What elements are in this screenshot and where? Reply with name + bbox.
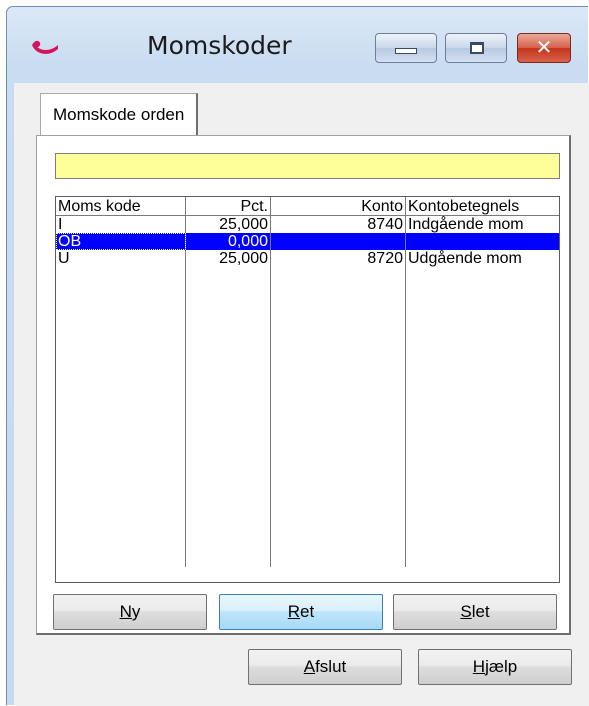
window-title: Momskoder <box>147 31 292 60</box>
cell-kontobetegnelse <box>405 233 559 250</box>
empty-cell <box>56 267 186 567</box>
table-row-selected[interactable]: OB 0,000 <box>56 233 559 250</box>
vat-codes-table: Moms kode Pct. Konto Kontobetegnels I 25… <box>56 197 559 567</box>
column-header-moms-kode[interactable]: Moms kode <box>56 197 186 216</box>
cell-moms-kode: I <box>56 215 186 233</box>
cell-moms-kode: U <box>56 250 186 267</box>
tab-momskode-orden[interactable]: Momskode orden <box>40 93 199 136</box>
ret-button-label: et <box>300 602 315 621</box>
dialog-window: Momskoder ✕ Momskode orden Moms kode Pct… <box>6 6 589 706</box>
grid-empty-area <box>56 267 559 567</box>
slet-button[interactable]: Slet <box>393 594 557 630</box>
tab-panel: Moms kode Pct. Konto Kontobetegnels I 25… <box>36 135 571 635</box>
column-header-konto[interactable]: Konto <box>270 197 406 216</box>
maximize-icon <box>470 42 484 54</box>
cell-kontobetegnelse: Udgående mom <box>405 250 559 267</box>
minimize-button[interactable] <box>375 33 437 63</box>
close-button[interactable]: ✕ <box>517 33 571 63</box>
title-bar[interactable]: Momskoder ✕ <box>7 7 588 83</box>
ny-button-label: y <box>131 602 141 621</box>
ret-button[interactable]: Ret <box>219 594 383 630</box>
empty-cell <box>185 267 271 567</box>
hjaelp-button-label: jælp <box>485 657 518 676</box>
table-row[interactable]: U 25,000 8720 Udgående mom <box>56 250 559 267</box>
slet-button-mnemonic: S <box>460 602 472 621</box>
cell-kontobetegnelse: Indgående mom <box>405 215 559 233</box>
afslut-button[interactable]: Afslut <box>248 649 402 685</box>
cell-pct: 25,000 <box>185 250 271 267</box>
ret-button-mnemonic: R <box>287 602 301 621</box>
cell-konto: 8740 <box>270 215 406 233</box>
cell-konto: 8720 <box>270 250 406 267</box>
column-header-pct[interactable]: Pct. <box>185 197 271 216</box>
cell-pct: 0,000 <box>185 233 271 250</box>
vat-codes-grid[interactable]: Moms kode Pct. Konto Kontobetegnels I 25… <box>55 196 560 583</box>
hjaelp-button[interactable]: Hjælp <box>418 649 572 685</box>
ny-button-mnemonic: N <box>119 602 132 621</box>
slet-button-label: let <box>471 602 490 621</box>
column-header-kontobetegnelse[interactable]: Kontobetegnels <box>405 197 559 216</box>
cell-pct: 25,000 <box>185 215 271 233</box>
empty-cell <box>270 267 406 567</box>
empty-cell <box>405 267 559 567</box>
afslut-button-label: fslut <box>315 657 347 676</box>
ny-button[interactable]: Ny <box>53 594 207 630</box>
dialog-client-area: Momskode orden Moms kode Pct. Konto Kont… <box>14 83 589 706</box>
table-row[interactable]: I 25,000 8740 Indgående mom <box>56 215 559 233</box>
maximize-button[interactable] <box>445 33 507 63</box>
minimize-icon <box>395 48 417 54</box>
app-logo-icon <box>32 40 58 54</box>
cell-konto <box>270 233 406 250</box>
filter-field[interactable] <box>55 153 560 179</box>
close-icon: ✕ <box>535 35 553 59</box>
hjaelp-button-mnemonic: H <box>472 657 486 676</box>
cell-moms-kode: OB <box>56 233 186 250</box>
grid-header-row: Moms kode Pct. Konto Kontobetegnels <box>56 197 559 216</box>
afslut-button-mnemonic: A <box>303 657 316 676</box>
